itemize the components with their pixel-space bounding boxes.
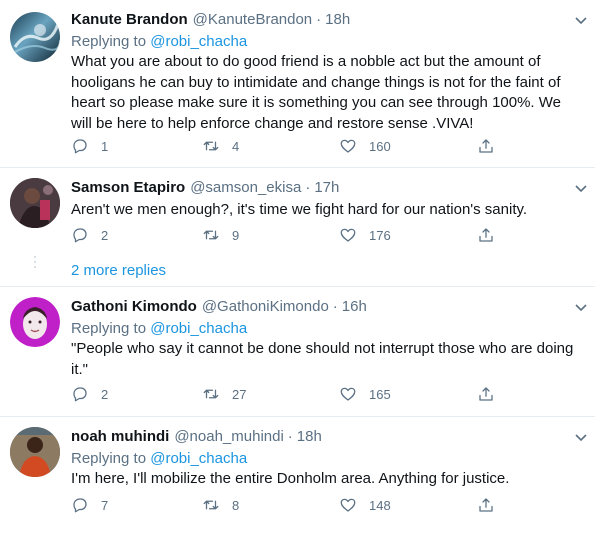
retweet-button[interactable]: 9 [202, 226, 239, 244]
avatar-image [10, 297, 60, 347]
separator-dot: · [287, 428, 293, 445]
share-button[interactable] [477, 496, 495, 514]
reply-icon [73, 387, 87, 402]
share-button[interactable] [477, 226, 495, 244]
avatar-image [10, 427, 60, 477]
reply-feed: Kanute Brandon @KanuteBrandon · 18h Repl… [0, 0, 595, 533]
chevron-down-icon[interactable] [573, 299, 589, 315]
reply-count: 1 [101, 138, 109, 154]
like-button[interactable]: 160 [339, 137, 391, 155]
reply-button[interactable]: 2 [71, 226, 108, 244]
avatar-image [11, 23, 60, 55]
heart-icon [340, 387, 356, 401]
reply-count: 2 [101, 227, 109, 243]
retweet-icon [203, 141, 219, 151]
like-button[interactable]: 148 [339, 496, 391, 514]
retweet-count: 4 [232, 138, 240, 154]
timestamp[interactable]: 18h [297, 427, 322, 447]
tweet[interactable]: noah muhindi @noah_muhindi · 18h Replyin… [0, 417, 595, 533]
timestamp[interactable]: 18h [325, 10, 350, 30]
replying-to-link[interactable]: @robi_chacha [150, 450, 247, 467]
retweet-count: 27 [232, 386, 247, 402]
chevron-down-icon[interactable] [573, 12, 589, 28]
retweet-count: 8 [232, 497, 240, 513]
thread-dots [34, 256, 37, 271]
separator-dot: · [305, 179, 311, 196]
avatar[interactable] [10, 297, 60, 347]
share-icon [479, 139, 493, 153]
replying-to: Replying to @robi_chacha [71, 449, 585, 469]
tweet-text: "People who say it cannot be done should… [71, 340, 574, 378]
avatar-image [10, 178, 60, 228]
user-handle[interactable]: @KanuteBrandon [193, 10, 312, 30]
like-count: 165 [369, 386, 391, 402]
timestamp[interactable]: 17h [314, 178, 339, 198]
separator-dot: · [332, 298, 338, 315]
tweet-text: Aren't we men enough?, it's time we figh… [71, 201, 528, 218]
retweet-button[interactable]: 8 [202, 496, 239, 514]
avatar[interactable] [10, 427, 60, 477]
replying-to-label: Replying to [71, 320, 147, 337]
reply-button[interactable]: 7 [71, 496, 108, 514]
share-icon [479, 228, 493, 242]
avatar[interactable] [10, 178, 60, 228]
retweet-icon [203, 389, 219, 399]
like-button[interactable]: 165 [339, 385, 391, 403]
more-replies-link[interactable]: 2 more replies [71, 261, 166, 281]
share-button[interactable] [477, 137, 495, 155]
timestamp[interactable]: 16h [342, 297, 367, 317]
share-icon [479, 498, 493, 512]
user-handle[interactable]: @GathoniKimondo [202, 297, 329, 317]
like-count: 160 [369, 138, 391, 154]
heart-icon [340, 139, 356, 153]
tweet[interactable]: Kanute Brandon @KanuteBrandon · 18h Repl… [0, 0, 595, 170]
retweet-button[interactable]: 4 [202, 137, 239, 155]
retweet-icon [203, 230, 219, 240]
retweet-button[interactable]: 27 [202, 385, 246, 403]
display-name[interactable]: noah muhindi [71, 427, 169, 447]
replying-to: Replying to @robi_chacha [71, 32, 585, 52]
heart-icon [340, 498, 356, 512]
avatar[interactable] [10, 12, 60, 62]
share-button[interactable] [477, 385, 495, 403]
replying-to-label: Replying to [71, 450, 147, 467]
replying-to-label: Replying to [71, 33, 147, 50]
reply-button[interactable]: 2 [71, 385, 108, 403]
tweet[interactable]: Samson Etapiro @samson_ekisa · 17h Aren'… [0, 168, 595, 288]
tweet-text: What you are about to do good friend is … [71, 53, 561, 132]
replying-to: Replying to @robi_chacha [71, 319, 585, 339]
reply-icon [73, 228, 87, 243]
reply-icon [73, 139, 87, 154]
display-name[interactable]: Kanute Brandon [71, 10, 188, 30]
chevron-down-icon[interactable] [573, 429, 589, 445]
like-count: 176 [369, 227, 391, 243]
like-button[interactable]: 176 [339, 226, 391, 244]
display-name[interactable]: Samson Etapiro [71, 178, 185, 198]
reply-icon [73, 498, 87, 513]
tweet-text: I'm here, I'll mobilize the entire Donho… [71, 470, 510, 487]
chevron-down-icon[interactable] [573, 180, 589, 196]
retweet-icon [203, 500, 219, 510]
replying-to-link[interactable]: @robi_chacha [150, 320, 247, 337]
user-handle[interactable]: @samson_ekisa [190, 178, 301, 198]
user-handle[interactable]: @noah_muhindi [174, 427, 283, 447]
heart-icon [340, 228, 356, 242]
retweet-count: 9 [232, 227, 240, 243]
tweet[interactable]: Gathoni Kimondo @GathoniKimondo · 16h Re… [0, 287, 595, 417]
separator-dot: · [316, 11, 322, 28]
replying-to-link[interactable]: @robi_chacha [150, 33, 247, 50]
reply-count: 7 [101, 497, 109, 513]
like-count: 148 [369, 497, 391, 513]
share-icon [479, 387, 493, 401]
display-name[interactable]: Gathoni Kimondo [71, 297, 197, 317]
reply-count: 2 [101, 386, 109, 402]
reply-button[interactable]: 1 [71, 137, 108, 155]
